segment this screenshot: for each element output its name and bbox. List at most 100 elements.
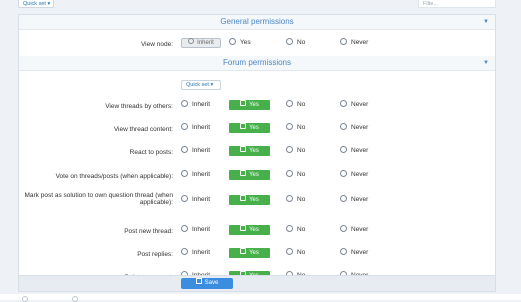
option-label: No xyxy=(297,196,306,203)
option-label: Never xyxy=(351,101,369,108)
option-no[interactable]: No xyxy=(286,99,305,110)
option-label: Never xyxy=(351,249,369,256)
option-label: Inherit xyxy=(192,171,211,178)
radio-icon xyxy=(286,99,293,107)
save-icon xyxy=(195,278,202,285)
option-label: Yes xyxy=(249,172,259,178)
radio-icon xyxy=(229,37,236,45)
option-no[interactable]: No xyxy=(286,224,306,235)
permission-row: Post replies: Inherit Yes No Never xyxy=(19,244,495,262)
save-button[interactable]: Save xyxy=(181,278,233,289)
option-label: Yes xyxy=(249,197,259,203)
option-inherit-selected[interactable]: Inherit xyxy=(181,38,221,48)
radio-icon xyxy=(181,169,188,177)
check-icon xyxy=(240,146,247,153)
check-icon xyxy=(240,225,247,232)
filter-placeholder: Filte... xyxy=(423,1,438,7)
option-yes[interactable]: Yes xyxy=(229,37,251,48)
footer xyxy=(0,294,521,302)
radio-icon xyxy=(340,194,347,202)
option-label: Never xyxy=(351,39,369,46)
collapse-chevron-icon[interactable]: ▼ xyxy=(483,15,489,29)
option-never[interactable]: Never xyxy=(340,37,369,48)
option-never[interactable]: Never xyxy=(340,247,369,258)
chevron-down-icon: ▾ xyxy=(210,82,214,88)
option-inherit[interactable]: Inherit xyxy=(181,169,211,180)
permission-row: View threads by others: Inherit Yes No Never xyxy=(19,96,495,114)
top-quick-set-button[interactable]: Quick set ▾ xyxy=(18,0,54,8)
option-label: Inherit xyxy=(192,147,211,154)
option-inherit[interactable]: Inherit xyxy=(181,247,211,258)
option-label: Inherit xyxy=(192,249,211,256)
option-label: No xyxy=(297,124,306,131)
check-icon xyxy=(188,38,195,45)
forum-quick-set-label: Quick set xyxy=(186,82,209,88)
permission-label: View node: xyxy=(140,41,173,48)
option-label: Yes xyxy=(249,102,259,108)
top-bar: Quick set ▾ Filte... xyxy=(0,0,521,10)
radio-icon xyxy=(181,224,188,232)
option-no[interactable]: No xyxy=(286,37,306,48)
option-label: Never xyxy=(351,147,369,154)
radio-icon xyxy=(340,37,347,45)
radio-icon xyxy=(286,37,293,45)
permission-label: View threads by others: xyxy=(105,103,173,110)
option-label: Inherit xyxy=(192,124,211,131)
permission-label: Vote on threads/posts (when applicable): xyxy=(55,173,173,180)
footer-circle-icon xyxy=(22,296,28,302)
permission-label: View thread content: xyxy=(113,126,173,133)
option-no[interactable]: No xyxy=(286,169,305,180)
option-yes-selected[interactable]: Yes xyxy=(229,225,270,235)
option-inherit[interactable]: Inherit xyxy=(181,99,210,110)
check-icon xyxy=(240,100,247,107)
forum-permissions-header[interactable]: Forum permissions ▼ xyxy=(19,56,495,71)
radio-icon xyxy=(340,122,347,130)
radio-icon xyxy=(286,122,293,130)
option-yes-selected[interactable]: Yes xyxy=(229,146,270,156)
option-yes-selected[interactable]: Yes xyxy=(229,100,270,110)
check-icon xyxy=(240,123,247,130)
permission-row: Delete own post:InheritYesNoNever xyxy=(19,267,495,275)
radio-icon xyxy=(181,145,188,153)
option-label: Inherit xyxy=(192,226,211,233)
filter-input[interactable]: Filte... xyxy=(418,0,496,8)
radio-icon xyxy=(286,247,293,255)
radio-icon xyxy=(181,247,188,255)
option-yes-selected[interactable]: Yes xyxy=(229,248,270,258)
option-yes-selected[interactable]: Yes xyxy=(229,170,270,180)
option-no[interactable]: No xyxy=(286,122,306,133)
option-never[interactable]: Never xyxy=(340,122,368,133)
permission-row: View thread content: Inherit Yes No Never xyxy=(19,119,495,137)
radio-icon xyxy=(181,194,188,202)
permission-row: Post new thread: Inherit Yes No Never xyxy=(19,221,495,239)
option-no[interactable]: No xyxy=(286,145,305,156)
option-yes-selected[interactable]: Yes xyxy=(229,195,270,205)
option-label: Yes xyxy=(240,39,251,46)
permission-row: Mark post as solution to own question th… xyxy=(19,191,495,209)
option-yes-selected[interactable]: Yes xyxy=(229,123,270,133)
radio-icon xyxy=(286,169,293,177)
check-icon xyxy=(240,248,247,255)
option-never[interactable]: Never xyxy=(340,99,369,110)
option-never[interactable]: Never xyxy=(340,224,368,235)
radio-icon xyxy=(340,169,347,177)
option-inherit[interactable]: Inherit xyxy=(181,224,211,235)
option-label: No xyxy=(297,39,306,46)
option-inherit[interactable]: Inherit xyxy=(181,145,211,156)
top-quick-set-label: Quick set xyxy=(23,1,46,7)
option-no[interactable]: No xyxy=(286,247,305,258)
option-never[interactable]: Never xyxy=(340,194,368,205)
general-permissions-header[interactable]: General permissions ▼ xyxy=(19,15,495,30)
option-no[interactable]: No xyxy=(286,194,306,205)
option-inherit[interactable]: Inherit xyxy=(181,122,211,133)
forum-quick-set-button[interactable]: Quick set ▾ xyxy=(181,80,221,90)
chevron-down-icon: ▾ xyxy=(47,1,51,7)
option-never[interactable]: Never xyxy=(340,145,369,156)
option-label: Never xyxy=(351,171,369,178)
option-inherit[interactable]: Inherit xyxy=(181,194,210,205)
option-label: No xyxy=(297,226,306,233)
option-never[interactable]: Never xyxy=(340,169,369,180)
general-permissions-title: General permissions xyxy=(220,17,294,26)
radio-icon xyxy=(340,99,347,107)
collapse-chevron-icon[interactable]: ▼ xyxy=(483,56,489,70)
